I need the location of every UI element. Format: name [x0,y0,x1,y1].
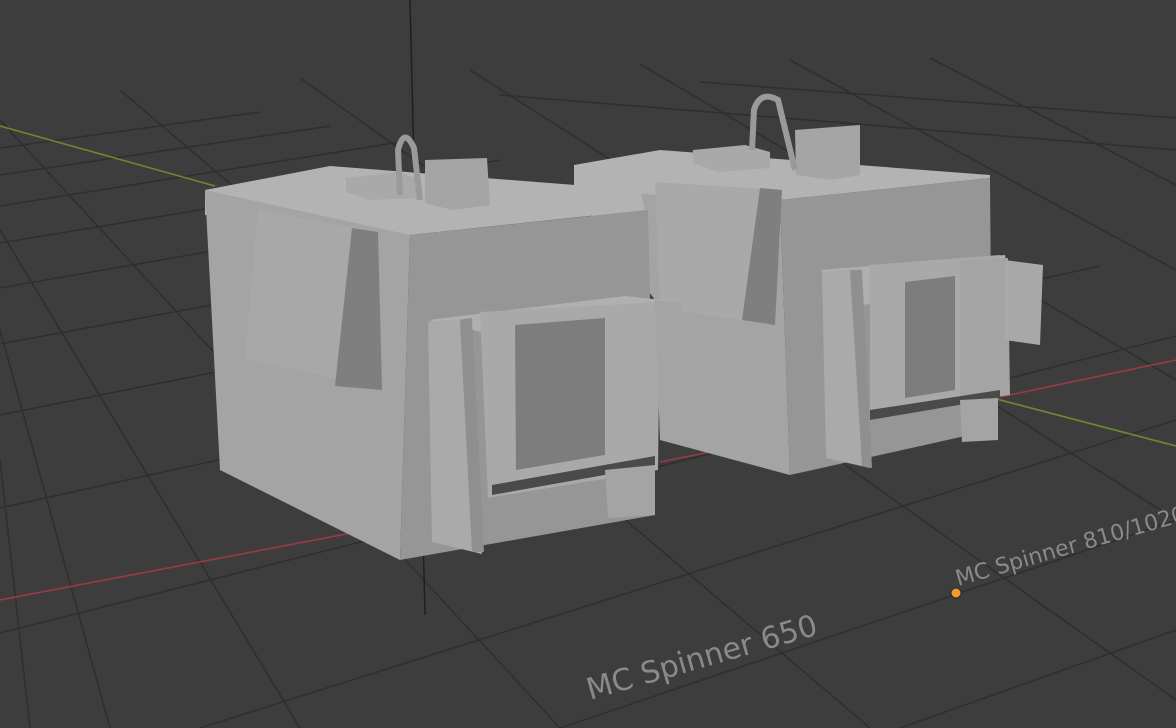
3d-viewport[interactable]: MC Spinner 650 MC Spinner 810/1020 [0,0,1176,728]
door-window [905,276,955,398]
door-right-rail [655,300,682,398]
top-box-large [795,125,860,180]
lower-right-block [605,465,655,518]
door-right-rail [960,258,1010,402]
door-window [515,318,605,470]
side-knob [1005,260,1043,345]
lower-right-block [960,398,998,442]
mc-spinner-650-mesh[interactable] [205,134,682,560]
top-box-large [425,158,490,210]
